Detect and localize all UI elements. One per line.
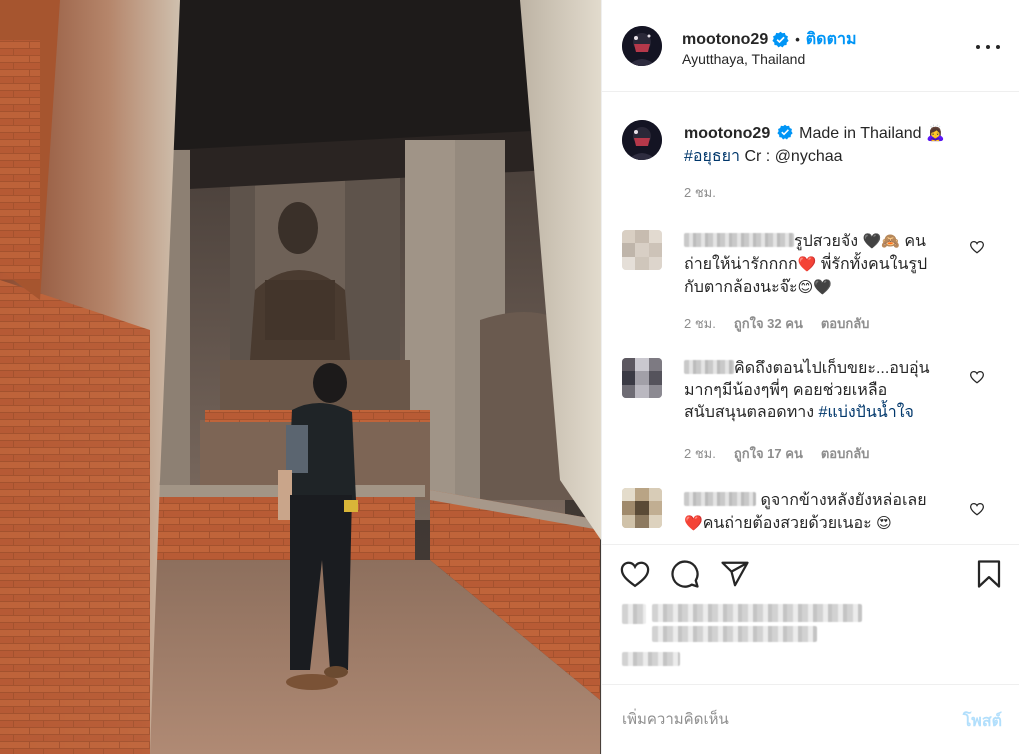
commenter-name-blurred[interactable]: [684, 233, 794, 247]
save-bookmark-icon[interactable]: [974, 559, 1004, 589]
add-comment-input[interactable]: [622, 707, 942, 731]
bowing-emoji-icon: 🙇‍♀️: [926, 124, 945, 142]
comment-like-icon[interactable]: [969, 240, 985, 254]
comment-text: รูปสวยจัง: [794, 233, 859, 250]
more-icon-dot: [986, 45, 990, 49]
comment-text: ดูจากข้างหลังยังหล่อเลย: [760, 492, 927, 509]
comment-item: รูปสวยจัง 🖤🙈 คน ถ่ายให้น่ารักกกก❤️ พี่รั…: [602, 222, 1019, 340]
post-location[interactable]: Ayutthaya, Thailand: [682, 51, 805, 67]
post-header: mootono29 • ติดตาม Ayutthaya, Thailand: [602, 0, 1019, 92]
verified-icon: [772, 31, 789, 48]
comment-item: ดูจากข้างหลังยังหล่อเลย ❤️คนถ่ายต้องสวยด…: [602, 482, 1019, 544]
comment-likes[interactable]: ถูกใจ 32 คน: [734, 313, 803, 334]
like-heart-icon[interactable]: [620, 559, 650, 589]
heart-eyes-emoji-icon: 😍: [876, 514, 892, 532]
share-icon[interactable]: [720, 559, 750, 589]
likes-summary-blurred[interactable]: [652, 626, 817, 642]
caption-username[interactable]: mootono29: [684, 125, 770, 142]
likes-summary-blurred[interactable]: [652, 604, 862, 622]
follow-button[interactable]: ติดตาม: [806, 27, 857, 52]
author-username[interactable]: mootono29: [682, 31, 768, 49]
caption-body: Made in Thailand: [799, 125, 922, 142]
comment-text: คิดถึงตอนไปเก็บขยะ...อบอุ่น: [734, 360, 930, 377]
comment-text: กับตากล้องนะจ๊ะ: [684, 279, 798, 296]
heart-emoji-icon: ❤️: [797, 255, 817, 273]
comment-time[interactable]: 2 ชม.: [684, 313, 716, 334]
comment-text: คน: [904, 233, 926, 250]
caption-avatar[interactable]: [622, 120, 662, 160]
comment-like-icon[interactable]: [969, 502, 985, 516]
add-comment-bar: โพสต์: [602, 684, 1019, 754]
smile-emoji-icon: 😊🖤: [797, 278, 832, 296]
comment-text: มากๆมีน้องๆพี่ๆ คอยช่วยเหลือ: [684, 382, 888, 399]
comment-time[interactable]: 2 ชม.: [684, 443, 716, 464]
post-date-blurred[interactable]: [622, 652, 680, 666]
commenter-avatar-blurred[interactable]: [622, 358, 662, 398]
comment-meta: 2 ชม. ถูกใจ 32 คน ตอบกลับ: [684, 313, 869, 334]
likers-avatar-blurred[interactable]: [622, 604, 646, 624]
caption-hashtag[interactable]: #อยุธยา: [684, 148, 740, 165]
temple-photo-image: [0, 0, 601, 754]
comment-icon[interactable]: [670, 559, 700, 589]
post-comment-button[interactable]: โพสต์: [963, 709, 1002, 734]
commenter-avatar-blurred[interactable]: [622, 230, 662, 270]
more-icon: [976, 45, 980, 49]
comment-text: คนถ่ายต้องสวยด้วยเนอะ: [702, 515, 872, 532]
commenter-name-blurred[interactable]: [684, 360, 734, 374]
comment-hashtag[interactable]: #แบ่งปันน้ำใจ: [819, 404, 914, 421]
caption-timestamp[interactable]: 2 ชม.: [684, 182, 716, 203]
heart-emoji-icon: 🖤🙈: [862, 232, 900, 250]
comment-like-icon[interactable]: [969, 370, 985, 384]
caption-credit: Cr : @nychaa: [744, 148, 843, 165]
comment-likes[interactable]: ถูกใจ 17 คน: [734, 443, 803, 464]
more-options-button[interactable]: [976, 38, 1000, 56]
commenter-avatar-blurred[interactable]: [622, 488, 662, 528]
author-avatar[interactable]: [622, 26, 662, 66]
post-photo[interactable]: [0, 0, 601, 754]
reply-button[interactable]: ตอบกลับ: [821, 443, 870, 464]
comment-meta: 2 ชม. ถูกใจ 17 คน ตอบกลับ: [684, 443, 869, 464]
commenter-name-blurred[interactable]: [684, 492, 756, 506]
reply-button[interactable]: ตอบกลับ: [821, 313, 870, 334]
comment-item: คิดถึงตอนไปเก็บขยะ...อบอุ่น มากๆมีน้องๆพ…: [602, 352, 1019, 472]
comment-text: ถ่ายให้น่ารักกกก: [684, 256, 798, 273]
post-action-bar: [602, 544, 1019, 604]
heart-emoji-icon: ❤️: [684, 514, 703, 532]
verified-icon: [777, 124, 793, 140]
more-icon-dot: [996, 45, 1000, 49]
post-side-panel: mootono29 • ติดตาม Ayutthaya, Thailand m: [601, 0, 1019, 754]
comment-text: สนับสนุนตลอดทาง: [684, 404, 815, 421]
post-caption: mootono29 Made in Thailand 🙇‍♀️ #อยุธยา …: [602, 92, 1019, 222]
separator-dot: •: [795, 32, 800, 47]
caption-text: mootono29 Made in Thailand 🙇‍♀️ #อยุธยา …: [684, 122, 984, 168]
comment-text: พี่รักทั้งคนในรูป: [820, 256, 928, 273]
